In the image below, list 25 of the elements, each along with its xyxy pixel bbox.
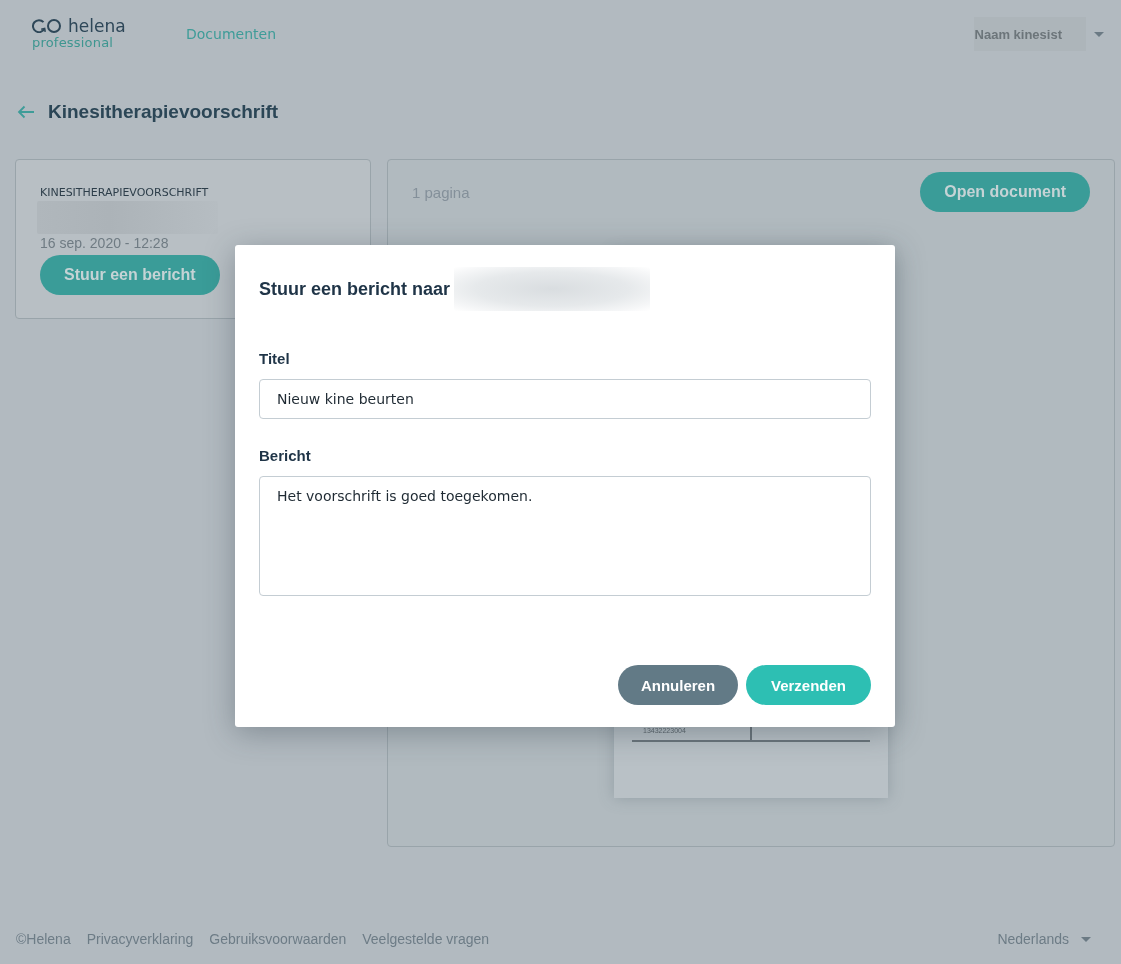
document-date: 16 sep. 2020 - 12:28	[40, 235, 169, 251]
logo-name: helena	[68, 17, 126, 35]
footer-link[interactable]: Gebruiksvoorwaarden	[209, 931, 347, 947]
logo-tagline: professional	[32, 35, 115, 51]
open-document-button[interactable]: Open document	[920, 172, 1090, 212]
title-input[interactable]: Nieuw kine beurten	[259, 379, 871, 419]
send-message-button[interactable]: Stuur een bericht	[40, 255, 220, 295]
back-arrow-icon	[17, 105, 35, 119]
footer-link[interactable]: Privacyverklaring	[86, 931, 194, 947]
cancel-button[interactable]: Annuleren	[618, 665, 738, 705]
document-type-label: KINESITHERAPIEVOORSCHRIFT	[40, 185, 209, 201]
dropdown-caret-icon	[1094, 31, 1104, 37]
dialog-title: Stuur een bericht naar	[259, 278, 451, 300]
field-label: Bericht	[259, 446, 311, 466]
back-button[interactable]	[17, 105, 35, 119]
language-select[interactable]: Nederlands	[997, 931, 1091, 947]
message-textarea[interactable]: Het voorschrift is goed toegekomen.	[259, 476, 871, 596]
page-title: Kinesitherapievoorschrift	[48, 101, 279, 123]
language-caret-icon	[1081, 936, 1091, 942]
field-label: Titel	[259, 349, 290, 369]
copyright-text: ©Helena	[16, 931, 71, 947]
nav-link[interactable]: Documenten	[186, 26, 276, 42]
send-button[interactable]: Verzenden	[746, 665, 871, 705]
logo-rings-icon	[32, 19, 62, 33]
footer-link[interactable]: Veelgestelde vragen	[362, 931, 490, 947]
